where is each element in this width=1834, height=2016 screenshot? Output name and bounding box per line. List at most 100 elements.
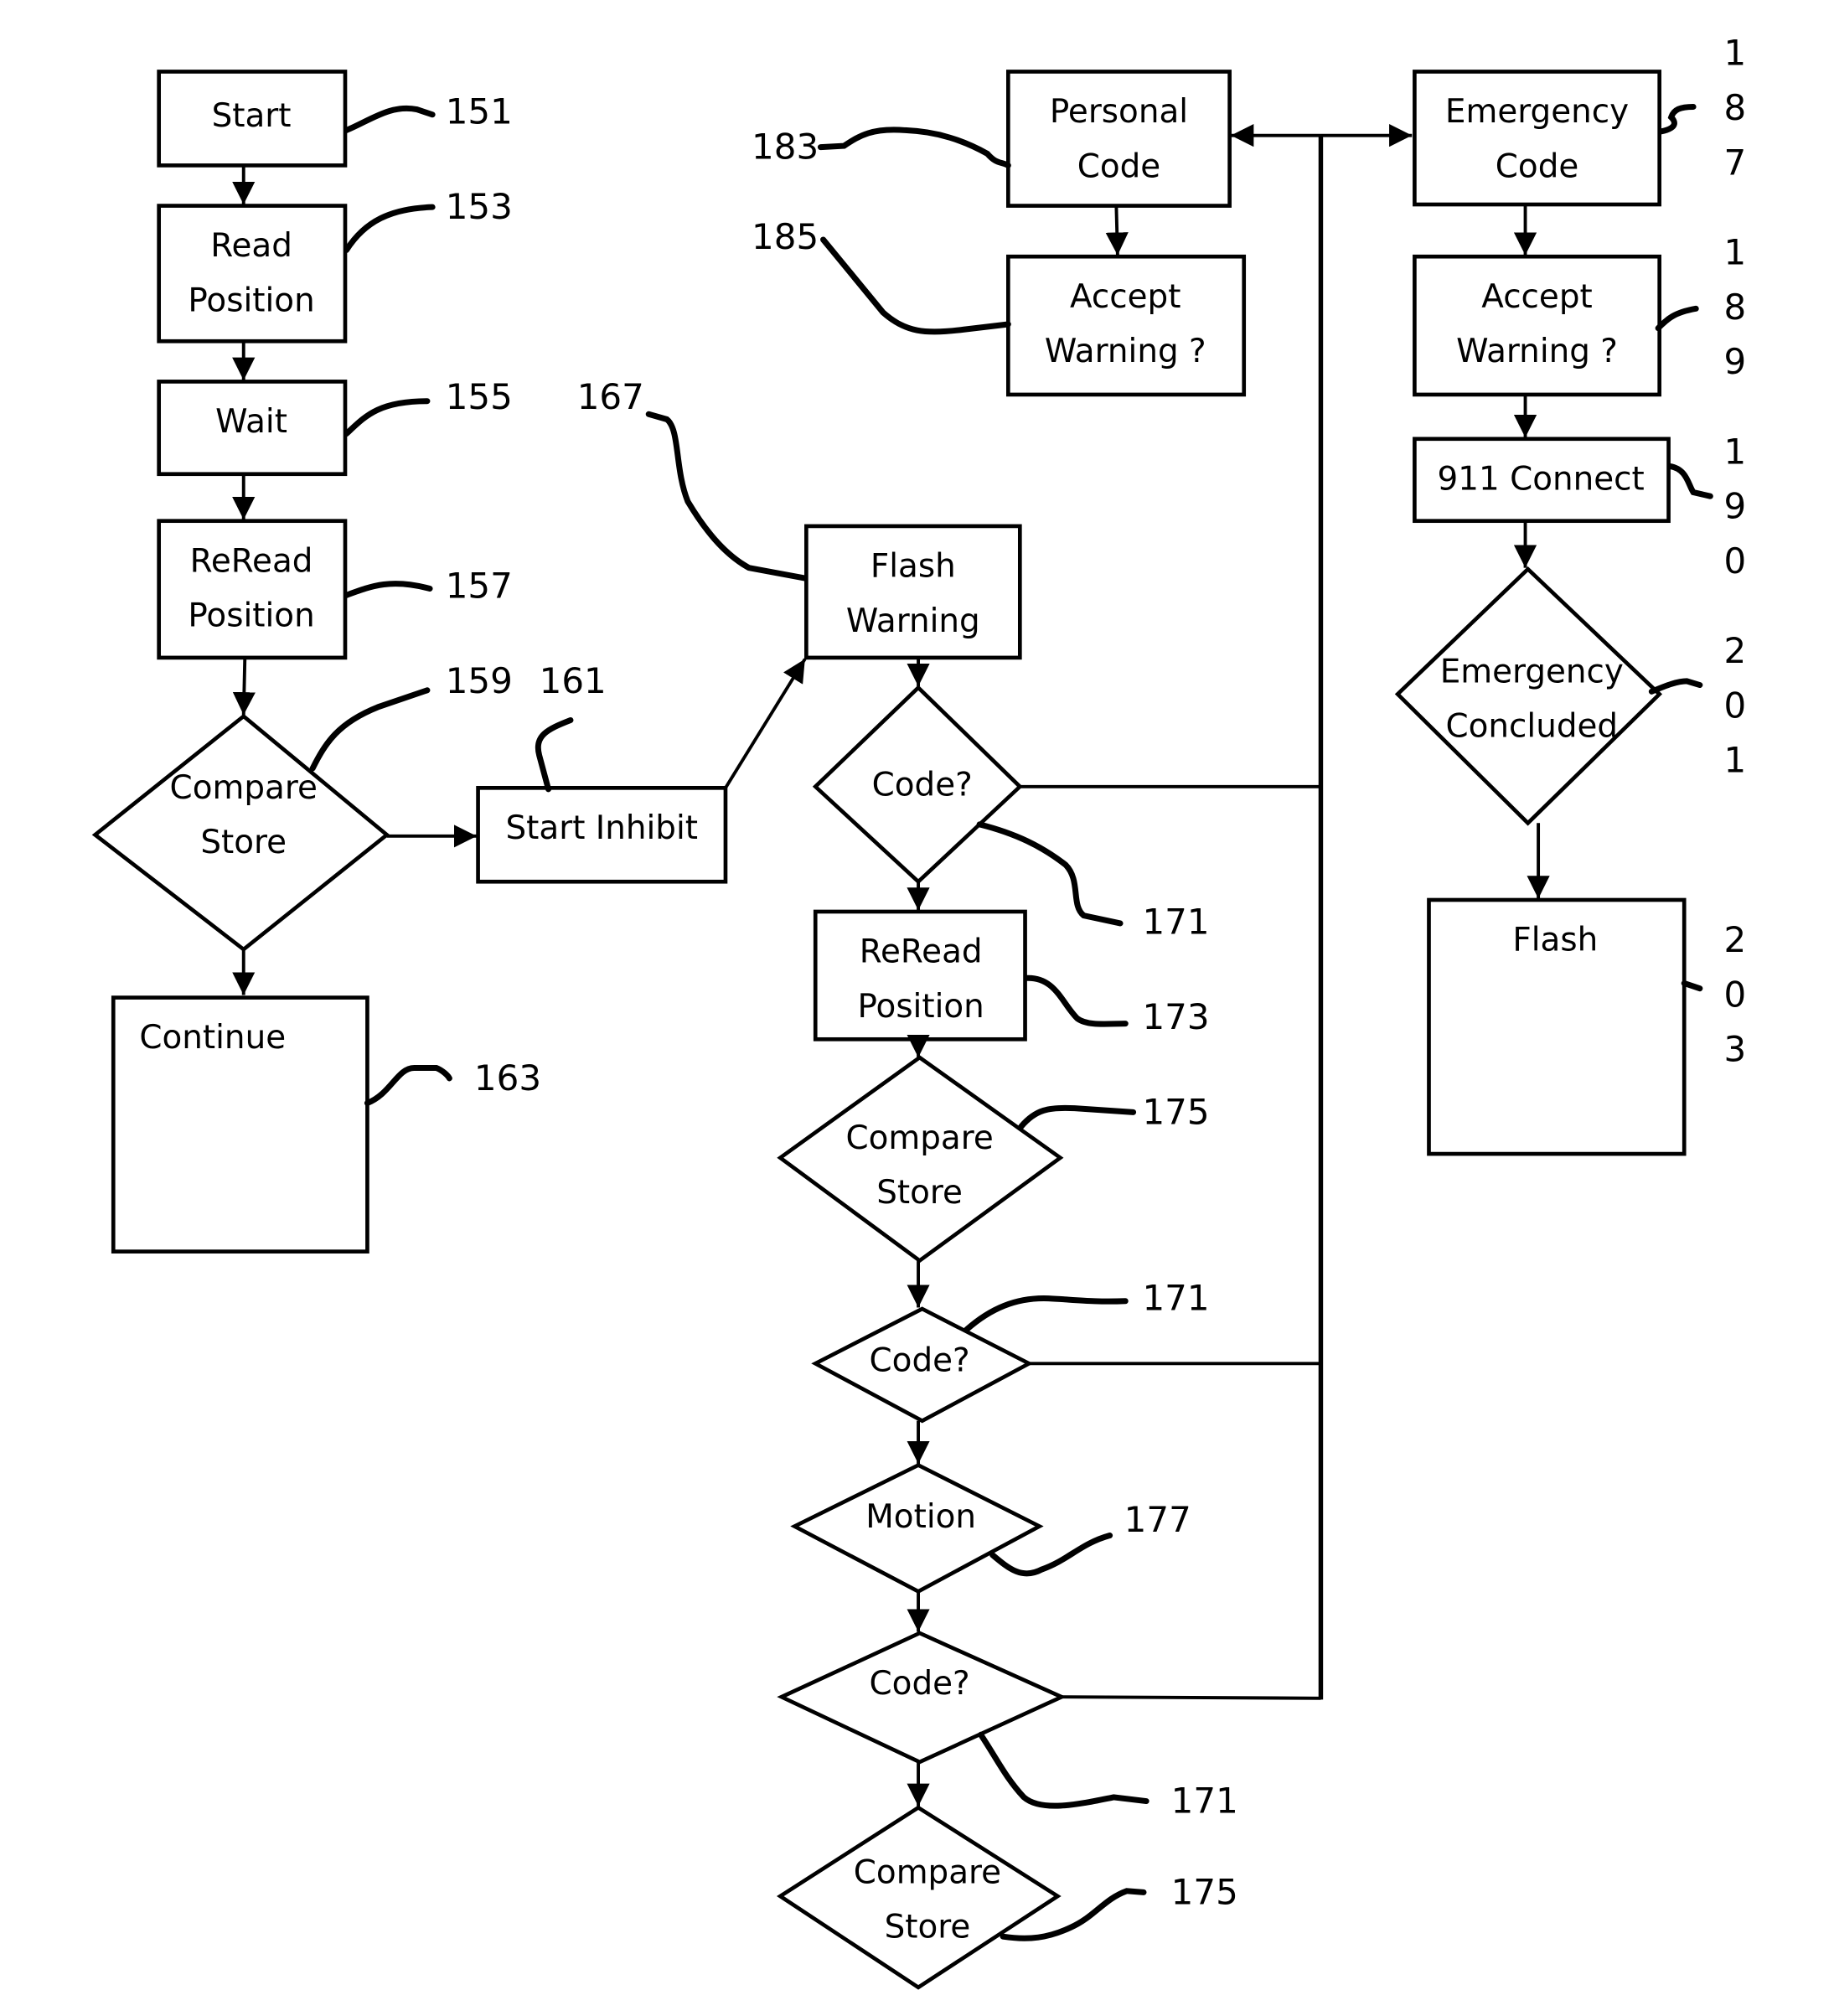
node-label: Flash [871, 548, 956, 586]
node-label: Emergency [1440, 653, 1624, 690]
ref-digit: 1 [1723, 431, 1746, 472]
node-label: Compare [854, 1853, 1001, 1891]
node-code-3: Code? [777, 1631, 1067, 1765]
ref-digit: 1 [1723, 740, 1746, 781]
node-label: Code? [872, 767, 973, 804]
ref-label: 157 [446, 565, 513, 606]
node-start: Start [157, 70, 348, 168]
leader-line [1666, 463, 1713, 499]
ref-digit: 0 [1723, 974, 1746, 1015]
ref-digit: 1 [1723, 33, 1746, 74]
ref-label: 161 [540, 660, 607, 701]
node-continue: Continue [111, 995, 369, 1254]
leader-line [344, 398, 431, 437]
node-compare-store-1: Compare Store [91, 713, 390, 953]
node-label: Wait [215, 403, 287, 441]
compare-store-diamond [777, 1055, 1064, 1264]
ref-label: 155 [446, 376, 513, 417]
node-label: Warning ? [1045, 333, 1206, 370]
ref-label: 171 [1142, 901, 1209, 942]
node-code-1: Code? [812, 685, 1023, 885]
leader-line [963, 1295, 1129, 1333]
node-label: Concluded [1446, 708, 1619, 746]
leader-line [1657, 103, 1697, 135]
node-label: 911 Connect [1438, 460, 1645, 498]
ref-label: 171 [1142, 1278, 1209, 1319]
reread-position-box [157, 519, 348, 660]
ref-label: 171 [1171, 1781, 1238, 1822]
ref-label: 159 [446, 660, 513, 701]
ref-label: 151 [446, 91, 513, 132]
leader-line [645, 411, 809, 582]
ref-digit: 7 [1723, 142, 1746, 183]
ref-label: 175 [1171, 1871, 1238, 1912]
leader-line [1023, 974, 1129, 1027]
ref-label: 173 [1142, 996, 1209, 1037]
ref-digit: 8 [1723, 87, 1746, 128]
node-label: Continue [139, 1019, 286, 1057]
node-compare-store-3: Compare Store [776, 1805, 1062, 1990]
node-label: Position [188, 597, 314, 635]
leader-line [344, 581, 433, 598]
leader-line [344, 105, 436, 133]
leader-line [820, 236, 1011, 335]
compare-store-diamond [776, 1805, 1062, 1990]
node-flash: Flash [1427, 897, 1687, 1156]
ref-label: 183 [752, 127, 819, 168]
node-label: Store [876, 1174, 963, 1212]
node-label: Store [200, 824, 287, 861]
code-bus-branch [1062, 1695, 1321, 1700]
leader-line [364, 1064, 452, 1106]
node-label: Warning ? [1456, 333, 1618, 370]
leader-line [309, 687, 431, 772]
leader-line [344, 204, 436, 253]
node-personal-code: Personal Code [1005, 70, 1232, 208]
node-label: Store [885, 1909, 971, 1946]
node-label: ReRead [860, 933, 983, 971]
node-label: Compare [845, 1119, 993, 1157]
leader-line [1648, 678, 1703, 695]
node-label: Compare [170, 769, 318, 807]
ref-digit: 1 [1723, 232, 1746, 273]
node-label: Warning [846, 602, 980, 640]
node-read-position: Read Position [157, 204, 348, 344]
node-wait: Wait [157, 380, 348, 477]
node-label: Personal [1050, 93, 1188, 131]
ref-digit: 0 [1723, 540, 1746, 582]
ref-label: 185 [752, 216, 819, 257]
ref-label: 177 [1124, 1499, 1191, 1540]
node-label: Start [212, 97, 292, 135]
ref-digit: 2 [1723, 919, 1746, 960]
node-compare-store-2: Compare Store [777, 1055, 1064, 1264]
ref-digit: 0 [1723, 685, 1746, 726]
node-label: Accept [1070, 278, 1180, 316]
leader-line [978, 1731, 1149, 1809]
node-911-connect: 911 Connect [1413, 437, 1671, 524]
edge-arrow [1105, 205, 1129, 256]
leader-line [976, 821, 1124, 927]
node-label: Emergency [1445, 93, 1629, 131]
edge-arrow [232, 657, 256, 716]
node-label: Code? [870, 1342, 970, 1380]
node-reread-position-2: ReRead Position [813, 909, 1027, 1042]
ref-label: 163 [474, 1057, 541, 1098]
node-motion: Motion [790, 1462, 1044, 1594]
node-reread-position-1: ReRead Position [157, 519, 348, 660]
ref-digit: 8 [1723, 287, 1746, 328]
node-accept-warning-2: Accept Warning ? [1413, 254, 1662, 397]
read-position-box [157, 204, 348, 344]
personal-code-box [1005, 70, 1232, 208]
node-emergency-concluded: Emergency Concluded [1394, 566, 1663, 826]
ref-digit: 2 [1723, 630, 1746, 671]
ref-label: 153 [446, 186, 513, 227]
leader-line [1681, 980, 1703, 992]
node-label: Code [1077, 147, 1160, 185]
emergency-concluded-diamond [1394, 566, 1663, 826]
node-label: ReRead [190, 542, 313, 580]
node-label: Start Inhibit [506, 809, 699, 847]
leader-line [1018, 1104, 1137, 1129]
ref-digit: 9 [1723, 486, 1746, 527]
ref-label: 167 [577, 376, 644, 417]
node-accept-warning-1: Accept Warning ? [1005, 254, 1247, 397]
node-label: Motion [865, 1498, 976, 1536]
